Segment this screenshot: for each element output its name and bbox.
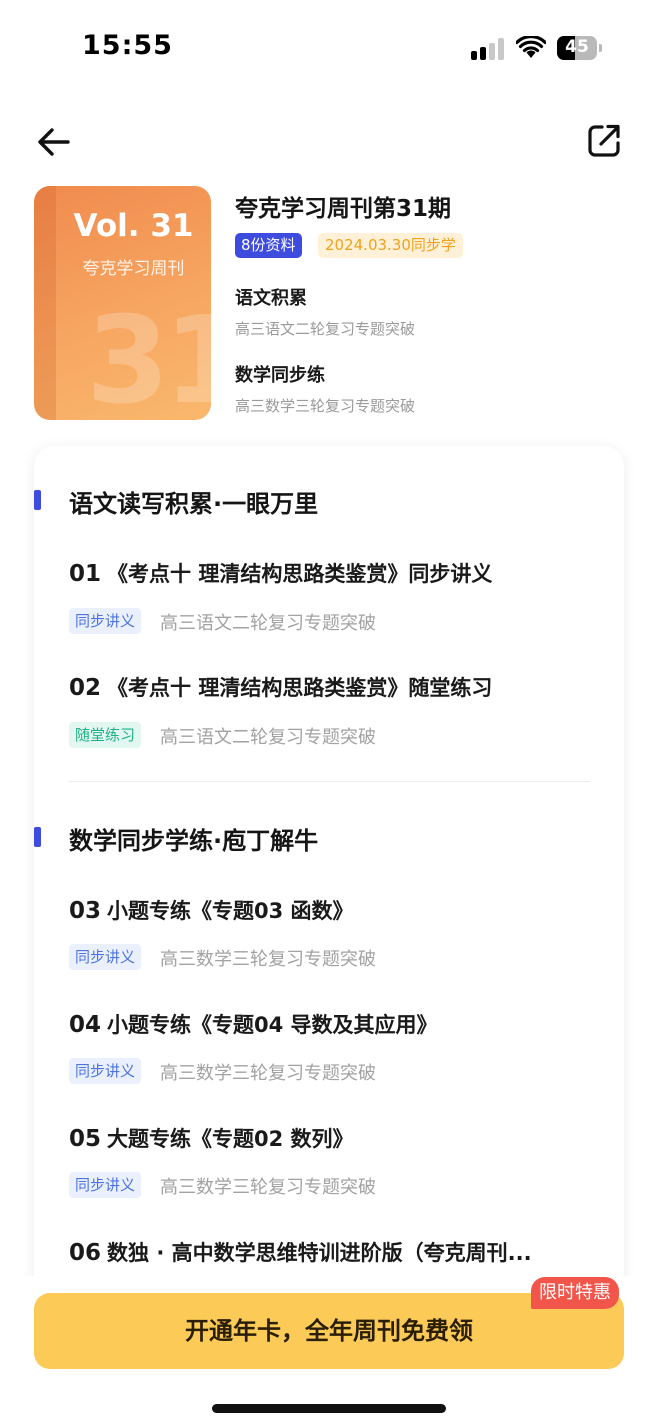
wifi-icon	[516, 36, 546, 58]
item-tag: 同步讲义	[69, 608, 142, 634]
battery-level: 45	[565, 37, 589, 57]
item-title: 大题专练《专题02 数列》	[107, 1127, 354, 1151]
issue-cover: 31 Vol. 31 夸克学习周刊	[34, 186, 211, 420]
cover-volume: Vol. 31	[73, 208, 194, 244]
list-item[interactable]: 04 小题专练《专题04 导数及其应用》	[69, 1009, 599, 1039]
item-title: 《考点十 理清结构思路类鉴赏》随堂练习	[107, 676, 493, 700]
issue-title: 夸克学习周刊第31期	[235, 196, 452, 222]
item-tag: 同步讲义	[69, 944, 142, 970]
item-number: 05	[69, 1126, 102, 1152]
item-subtitle: 高三数学三轮复习专题突破	[160, 1177, 376, 1198]
home-indicator	[212, 1404, 446, 1413]
item-subtitle: 高三语文二轮复习专题突破	[160, 727, 376, 748]
item-title: 《考点十 理清结构思路类鉴赏》同步讲义	[107, 562, 493, 586]
section-divider	[69, 781, 590, 782]
item-subtitle: 高三语文二轮复习专题突破	[160, 613, 376, 634]
list-item[interactable]: 06 数独 · 高中数学思维特训进阶版（夸克周刊...	[69, 1237, 599, 1267]
item-subtitle: 高三数学三轮复习专题突破	[160, 1063, 376, 1084]
status-bar: 15:55 45	[0, 0, 658, 100]
summary-subtitle: 高三语文二轮复习专题突破	[235, 320, 416, 338]
promo-badge: 限时特惠	[531, 1277, 619, 1309]
item-number: 01	[69, 561, 102, 587]
item-tag: 同步讲义	[69, 1172, 142, 1198]
list-item[interactable]: 01 《考点十 理清结构思路类鉴赏》同步讲义	[69, 558, 599, 588]
cellular-signal-icon	[471, 38, 505, 60]
item-title: 小题专练《专题04 导数及其应用》	[107, 1013, 438, 1037]
item-number: 04	[69, 1012, 102, 1038]
cover-name: 夸克学习周刊	[82, 259, 185, 279]
item-title: 数独 · 高中数学思维特训进阶版（夸克周刊...	[107, 1241, 532, 1265]
section-title: 语文读写积累·一眼万里	[69, 490, 319, 518]
section-marker	[34, 827, 41, 847]
count-badge: 8份资料	[235, 233, 302, 258]
cover-big-number: 31	[86, 292, 211, 420]
item-number: 03	[69, 898, 102, 924]
battery-icon: 45	[557, 36, 603, 60]
item-tag: 随堂练习	[69, 722, 142, 748]
list-item[interactable]: 02 《考点十 理清结构思路类鉴赏》随堂练习	[69, 672, 599, 702]
item-number: 02	[69, 675, 102, 701]
summary-subtitle: 高三数学三轮复习专题突破	[235, 397, 416, 415]
list-item[interactable]: 05 大题专练《专题02 数列》	[69, 1123, 599, 1153]
summary-title: 语文积累	[235, 288, 307, 309]
item-number: 06	[69, 1240, 102, 1266]
back-arrow-icon[interactable]	[34, 122, 74, 162]
date-badge: 2024.03.30同步学	[318, 233, 463, 258]
status-time: 15:55	[82, 30, 173, 61]
item-title: 小题专练《专题03 函数》	[107, 899, 354, 923]
item-tag: 同步讲义	[69, 1058, 142, 1084]
section-marker	[34, 490, 41, 510]
share-icon[interactable]	[584, 120, 624, 160]
item-subtitle: 高三数学三轮复习专题突破	[160, 949, 376, 970]
section-title: 数学同步学练·庖丁解牛	[69, 827, 319, 855]
list-item[interactable]: 03 小题专练《专题03 函数》	[69, 895, 599, 925]
summary-title: 数学同步练	[235, 365, 325, 386]
